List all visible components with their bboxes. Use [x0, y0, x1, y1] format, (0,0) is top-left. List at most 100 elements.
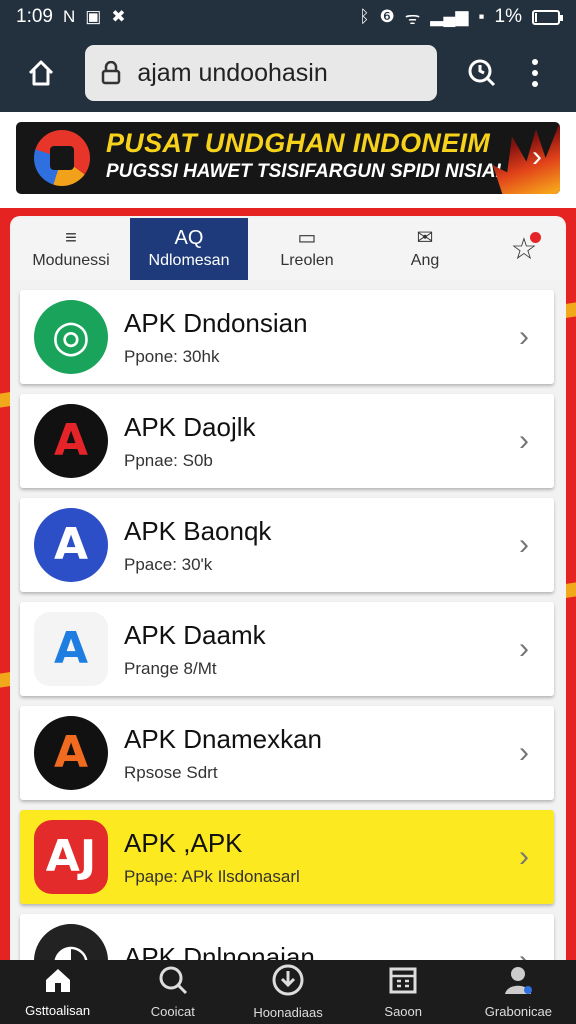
- signal-icon: ▂▄▆: [430, 7, 469, 26]
- app-name: APK ,APK: [124, 827, 243, 858]
- chevron-right-icon: ›: [532, 140, 542, 173]
- home-icon: [43, 966, 73, 999]
- whatsapp-style-icon: ◎: [34, 300, 108, 374]
- app-icon-glyph: A: [53, 727, 89, 778]
- banner-subtitle: PUGSSI HAWET TSISIFARGUN SPIDI NISIAI: [106, 161, 501, 182]
- app-text: APK Dndonsian Ppone: 30hk: [124, 308, 504, 367]
- app-list-item[interactable]: AJ APK ,APK Ppape: APk Ilsdonasarl ›: [20, 810, 554, 904]
- star-icon: ☆: [511, 231, 542, 267]
- promo-banner[interactable]: PUSAT UNDGHAN INDONEIM PUGSSI HAWET TSIS…: [16, 122, 560, 194]
- app-name: APK Daojlk: [124, 411, 256, 442]
- calendar-icon: [388, 965, 418, 1000]
- tab-label: Lreolen: [280, 252, 334, 269]
- user-icon: [503, 965, 533, 1000]
- status-time: 1:09: [16, 6, 53, 27]
- app-icon-glyph: A: [53, 519, 89, 570]
- home-button[interactable]: [14, 46, 67, 100]
- battery-icon: [532, 9, 563, 25]
- data-saver-icon: ❻: [379, 7, 395, 26]
- app-icon-glyph: ◎: [51, 311, 91, 362]
- chevron-right-icon: ›: [519, 840, 529, 873]
- app-text: APK Daojlk Ppnae: S0b: [124, 412, 504, 471]
- search-icon: [468, 59, 496, 87]
- search-button[interactable]: [455, 46, 508, 100]
- app-icon-glyph: A: [53, 415, 89, 466]
- app-list-item[interactable]: A APK Baonqk Ppace: 30'k ›: [20, 498, 554, 592]
- app-list: ◎ APK Dndonsian Ppone: 30hk › A APK Daojlk Ppn…: [20, 290, 554, 960]
- app-list-item[interactable]: A APK Dnamexkan Rpsose Sdrt ›: [20, 706, 554, 800]
- app-icon-glyph: ◐: [52, 939, 90, 961]
- partial-app-icon: ◐: [34, 924, 108, 960]
- tab-label: Modunessi: [32, 252, 110, 269]
- nav-item-calendar[interactable]: Saoon: [346, 960, 461, 1024]
- nav-label: Saoon: [384, 1004, 422, 1019]
- app-size: Ppone: 30hk: [124, 346, 220, 366]
- app-name: APK Dnamexkan: [124, 723, 322, 754]
- chevron-right-icon: ›: [519, 528, 529, 561]
- nav-item-user[interactable]: Grabonicae: [461, 960, 576, 1024]
- app-icon-glyph: A: [53, 623, 89, 674]
- banner-title: PUSAT UNDGHAN INDONEIM: [106, 128, 491, 158]
- overflow-menu-button[interactable]: [509, 46, 562, 100]
- page-content: PUSAT UNDGHAN INDONEIM PUGSSI HAWET TSIS…: [0, 112, 576, 960]
- nav-item-search[interactable]: Cooicat: [115, 960, 230, 1024]
- app-icon-glyph: AJ: [45, 831, 97, 882]
- letter-a-gradient-icon: A: [34, 612, 108, 686]
- chevron-right-icon: ›: [519, 424, 529, 457]
- browser-toolbar: ajam undoohasin: [0, 34, 576, 112]
- notification-dot: [530, 231, 542, 243]
- nav-label: Hoonadiaas: [253, 1005, 323, 1020]
- list-icon: ▭: [297, 227, 317, 249]
- nav-label: Grabonicae: [484, 1004, 553, 1019]
- app-size: Ppace: 30'k: [124, 554, 213, 574]
- chevron-right-icon: ›: [504, 944, 544, 960]
- tab-ang[interactable]: ✉ Ang: [366, 218, 484, 280]
- az-icon: AQ: [174, 227, 204, 249]
- app-text: APK Daamk Prange 8/Mt: [124, 620, 504, 679]
- nav-item-download-circle[interactable]: Hoonadiaas: [230, 960, 345, 1024]
- app-list-item[interactable]: ◐ APK Dnlnonaian ›: [20, 914, 554, 960]
- app-name: APK Baonqk: [124, 515, 272, 546]
- app-size: Rpsose Sdrt: [124, 762, 218, 782]
- app-text: APK Baonqk Ppace: 30'k: [124, 516, 504, 575]
- app-list-item[interactable]: ◎ APK Dndonsian Ppone: 30hk ›: [20, 290, 554, 384]
- app-size: Ppnae: S0b: [124, 450, 213, 470]
- letter-a-orange-icon: A: [34, 716, 108, 790]
- app-name: APK Dnlnonaian: [124, 941, 315, 961]
- url-text: ajam undoohasin: [137, 58, 328, 87]
- app-text: APK ,APK Ppape: APk Ilsdonasarl: [124, 828, 504, 887]
- chevron-right-icon: ›: [519, 632, 529, 665]
- bottom-navigation: Gsttoalisan Cooicat Hoonadiaas Saoon Graboni…: [0, 960, 576, 1024]
- app-text: APK Dnlnonaian: [124, 942, 504, 961]
- aj-logo-icon: AJ: [34, 820, 108, 894]
- app-list-item[interactable]: A APK Daojlk Ppnae: S0b ›: [20, 394, 554, 488]
- tab-favorites[interactable]: ☆: [484, 218, 564, 280]
- category-tabs: ≡ Modunessi AQ Ndlomesan ▭ Lreolen ✉ Ang…: [12, 218, 564, 280]
- gallery-notification-icon: ▣: [85, 7, 102, 26]
- letter-a-blue-icon: A: [34, 508, 108, 582]
- tab-label: Ndlomesan: [148, 252, 230, 269]
- tab-ndlomesan[interactable]: AQ Ndlomesan: [130, 218, 248, 280]
- notification-icon: N: [62, 7, 76, 26]
- download-circle-icon: [272, 964, 304, 1001]
- bluetooth-icon: ᛒ: [359, 7, 370, 26]
- tab-modunessi[interactable]: ≡ Modunessi: [12, 218, 130, 280]
- app-name: APK Dndonsian: [124, 307, 308, 338]
- letter-a-red-icon: A: [34, 404, 108, 478]
- nav-item-home[interactable]: Gsttoalisan: [0, 960, 115, 1024]
- app-size: Ppape: APk Ilsdonasarl: [124, 866, 300, 886]
- tab-lreolen[interactable]: ▭ Lreolen: [248, 218, 366, 280]
- more-vertical-icon: [532, 59, 539, 87]
- sim-icon: ▪: [478, 7, 485, 26]
- app-list-item[interactable]: A APK Daamk Prange 8/Mt ›: [20, 602, 554, 696]
- tool-notification-icon: ✖: [111, 7, 126, 26]
- nav-label: Cooicat: [150, 1004, 195, 1019]
- envelope-icon: ✉: [416, 227, 434, 249]
- battery-percent: 1%: [494, 6, 522, 27]
- address-bar[interactable]: ajam undoohasin: [85, 45, 438, 101]
- nav-label: Gsttoalisan: [25, 1003, 91, 1018]
- search-icon: [158, 965, 188, 1000]
- menu-icon: ≡: [65, 227, 77, 249]
- status-bar: 1:09 N ▣ ✖ ᛒ ❻ ᯤ ▂▄▆ ▪ 1%: [0, 0, 576, 34]
- tab-label: Ang: [410, 252, 440, 269]
